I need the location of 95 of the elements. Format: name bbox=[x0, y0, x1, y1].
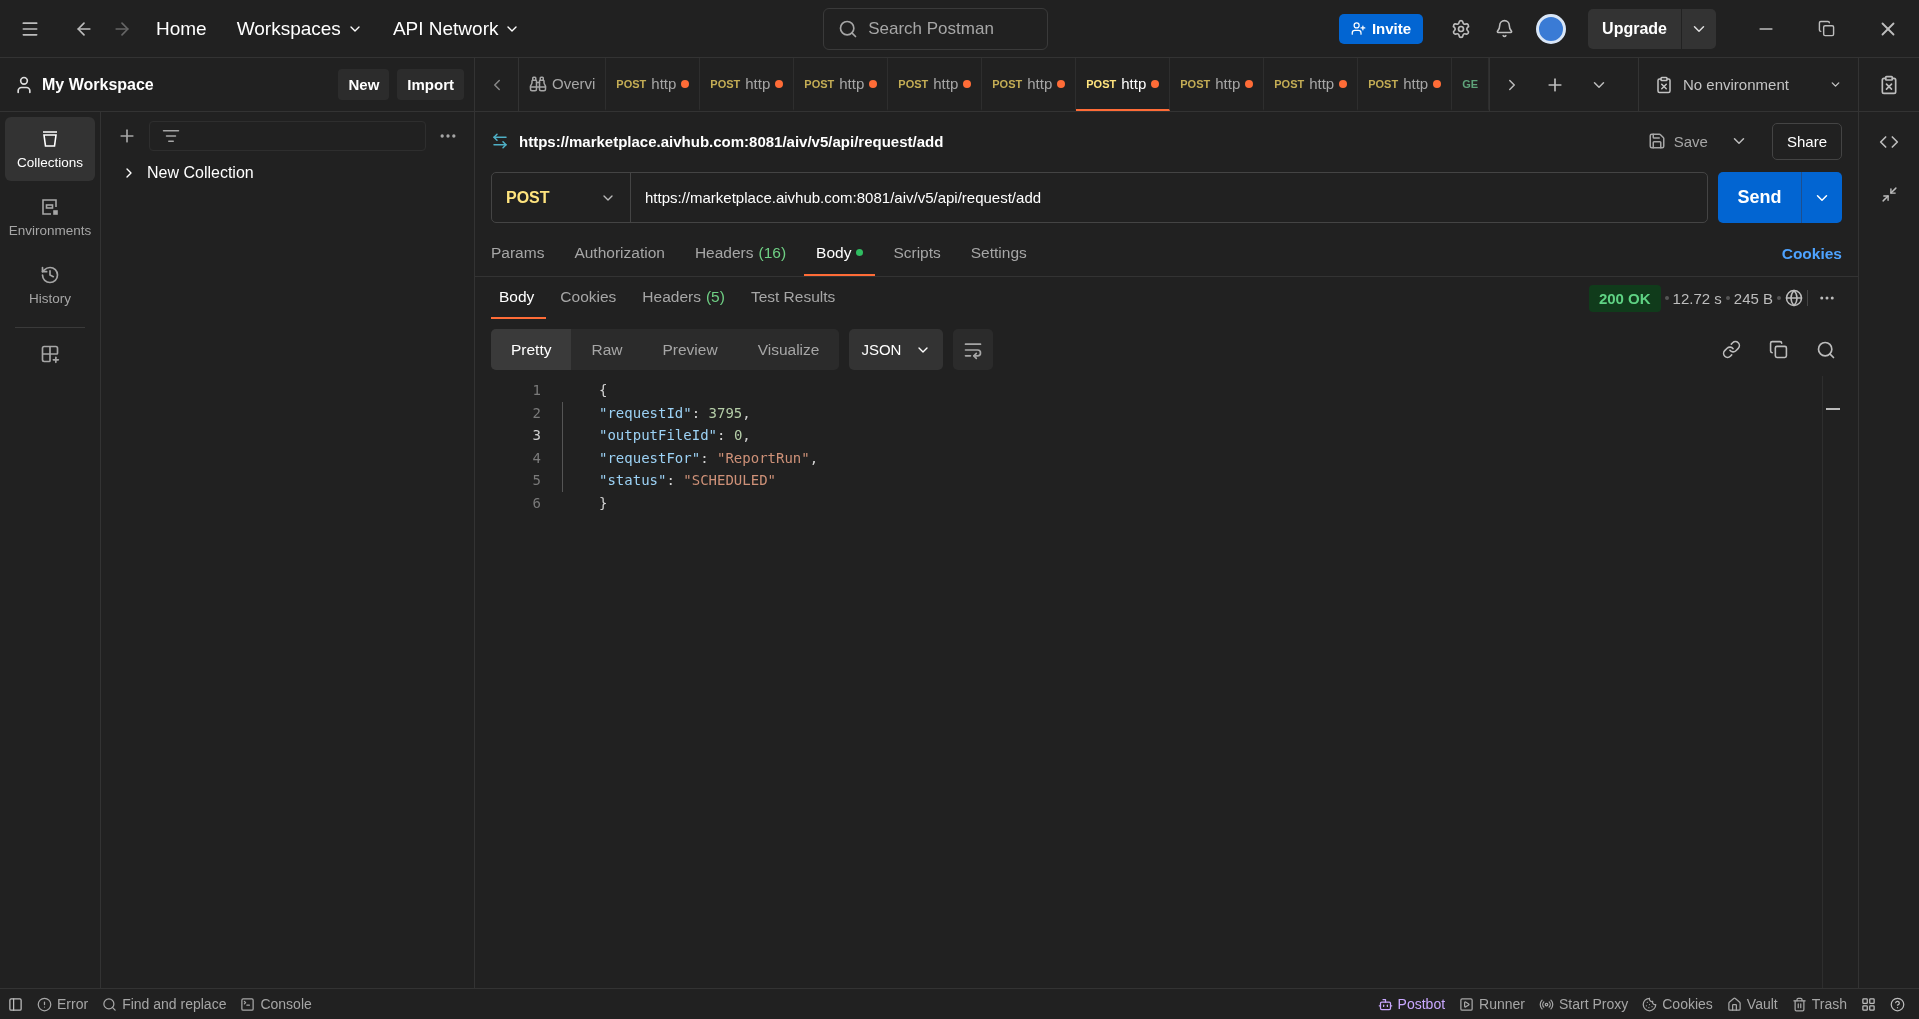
sidebar-toggle-icon[interactable] bbox=[8, 996, 23, 1012]
layout-icon[interactable] bbox=[1861, 996, 1876, 1012]
request-section-tab[interactable]: Scripts bbox=[881, 231, 953, 276]
request-tab[interactable]: POST http bbox=[1076, 58, 1171, 111]
status-bar-item[interactable]: Runner bbox=[1459, 996, 1525, 1012]
request-tab[interactable]: POST http bbox=[700, 58, 795, 111]
robot-icon bbox=[1377, 996, 1393, 1012]
filter-field[interactable] bbox=[149, 121, 426, 151]
status-bar-item[interactable]: Console bbox=[240, 996, 312, 1012]
status-bar-item[interactable]: Vault bbox=[1726, 996, 1778, 1012]
line-number: 2 bbox=[531, 404, 542, 421]
request-section-tab[interactable]: Authorization bbox=[562, 231, 677, 276]
sidebar-item[interactable]: History bbox=[5, 253, 95, 317]
cookie-icon bbox=[1642, 996, 1658, 1012]
status-bar-item[interactable]: Start Proxy bbox=[1539, 996, 1629, 1012]
request-tab[interactable]: GE bbox=[1452, 58, 1490, 111]
code-line: "outputFileId": 0, bbox=[599, 427, 751, 444]
error-icon bbox=[37, 996, 52, 1012]
search-icon bbox=[838, 18, 859, 39]
request-tab[interactable]: POST http bbox=[606, 58, 701, 111]
bucket-icon bbox=[40, 128, 60, 149]
line-number: 3 bbox=[531, 427, 542, 444]
request-section-tab[interactable]: Settings bbox=[958, 231, 1039, 276]
invite-button[interactable]: Invite bbox=[1338, 13, 1424, 44]
request-tab[interactable]: POST http bbox=[982, 58, 1077, 111]
save-icon bbox=[1647, 132, 1666, 150]
response-tab[interactable]: Headers (5) bbox=[638, 277, 737, 319]
wrap-icon[interactable] bbox=[953, 329, 994, 370]
url-field[interactable]: https://marketplace.aivhub.com:8081/aiv/v5/api/request/add bbox=[631, 189, 1707, 206]
collection-item[interactable]: New Collection bbox=[111, 152, 464, 194]
house-icon bbox=[1726, 996, 1742, 1012]
user-icon bbox=[14, 74, 34, 95]
status-bar-item[interactable]: Trash bbox=[1791, 996, 1847, 1012]
no-environment-icon bbox=[1655, 75, 1673, 94]
nav-menu-item[interactable]: Workspaces bbox=[224, 11, 375, 46]
line-number: 4 bbox=[531, 449, 542, 466]
request-title: https://marketplace.aivhub.com:8081/aiv/v5/api/request/add bbox=[519, 132, 945, 150]
response-tab[interactable]: Body bbox=[491, 277, 547, 319]
new-button[interactable]: New bbox=[338, 69, 390, 100]
workspace-name: My Workspace bbox=[42, 75, 155, 94]
response-tab[interactable]: Test Results bbox=[746, 277, 848, 319]
status-bar-item[interactable]: Cookies bbox=[1642, 996, 1713, 1012]
response-tab[interactable]: Cookies bbox=[556, 277, 629, 319]
line-number: 1 bbox=[531, 382, 542, 399]
cookies-link[interactable]: Cookies bbox=[1781, 244, 1842, 263]
add-user-icon bbox=[1350, 21, 1366, 36]
binoculars-icon bbox=[529, 74, 547, 93]
line-number: 5 bbox=[531, 472, 542, 489]
play-icon bbox=[1459, 996, 1475, 1012]
trash-icon bbox=[1791, 996, 1807, 1012]
request-tab[interactable]: POST http bbox=[794, 58, 889, 111]
response-size: 245 B bbox=[1733, 289, 1773, 307]
request-section-tab[interactable]: Params bbox=[491, 231, 557, 276]
help-icon[interactable] bbox=[1890, 996, 1905, 1012]
search-field[interactable]: Search Postman bbox=[823, 7, 1049, 50]
code-line: { bbox=[599, 382, 608, 399]
nav-menu-item[interactable]: API Network bbox=[380, 11, 533, 46]
find-icon bbox=[102, 996, 118, 1012]
status-bar-item[interactable]: Postbot bbox=[1377, 996, 1446, 1012]
request-section-tab[interactable]: Body bbox=[804, 231, 876, 276]
request-tab[interactable]: POST http bbox=[1358, 58, 1453, 111]
environment-selector[interactable]: No environment bbox=[1638, 58, 1858, 111]
console-icon bbox=[240, 996, 256, 1012]
request-tab[interactable]: POST http bbox=[1264, 58, 1359, 111]
avatar[interactable] bbox=[1536, 13, 1567, 44]
save-button[interactable]: Save bbox=[1641, 131, 1714, 151]
request-tab[interactable]: POST http bbox=[888, 58, 983, 111]
sidebar-item[interactable]: Collections bbox=[5, 117, 95, 181]
format-dropdown[interactable]: JSON bbox=[849, 329, 944, 370]
view-tab[interactable]: Pretty bbox=[491, 329, 572, 370]
status-bar-item[interactable]: Find and replace bbox=[102, 996, 227, 1012]
history-icon bbox=[40, 264, 60, 285]
line-number: 6 bbox=[531, 494, 542, 511]
filter-icon bbox=[162, 127, 180, 145]
sidebar-item[interactable]: Environments bbox=[5, 185, 95, 249]
view-tab[interactable]: Preview bbox=[642, 329, 738, 370]
nav-menu-item[interactable]: Home bbox=[144, 11, 219, 46]
request-tab[interactable]: Overvi bbox=[519, 58, 607, 111]
code-line: "requestFor": "ReportRun", bbox=[599, 449, 819, 466]
method-dropdown[interactable]: POST bbox=[492, 173, 631, 222]
code-line: } bbox=[599, 494, 608, 511]
import-button[interactable]: Import bbox=[397, 69, 464, 100]
window-icon bbox=[40, 196, 60, 217]
status-badge: 200 OK bbox=[1588, 284, 1661, 312]
scrollbar[interactable] bbox=[1822, 376, 1842, 988]
request-tab[interactable]: POST http bbox=[1170, 58, 1265, 111]
response-time: 12.72 s bbox=[1672, 289, 1722, 307]
url-bar[interactable]: POST https://marketplace.aivhub.com:8081/aiv/v5/api/request/add bbox=[491, 172, 1708, 223]
request-section-tab[interactable]: Headers (16) bbox=[682, 231, 799, 276]
code-line: "status": "SCHEDULED" bbox=[599, 472, 776, 489]
code-line: "requestId": 3795, bbox=[599, 404, 751, 421]
view-tab[interactable]: Visualize bbox=[737, 329, 840, 370]
share-button[interactable]: Share bbox=[1771, 122, 1842, 160]
status-bar-item[interactable]: Error bbox=[37, 996, 89, 1012]
view-tab[interactable]: Raw bbox=[571, 329, 643, 370]
